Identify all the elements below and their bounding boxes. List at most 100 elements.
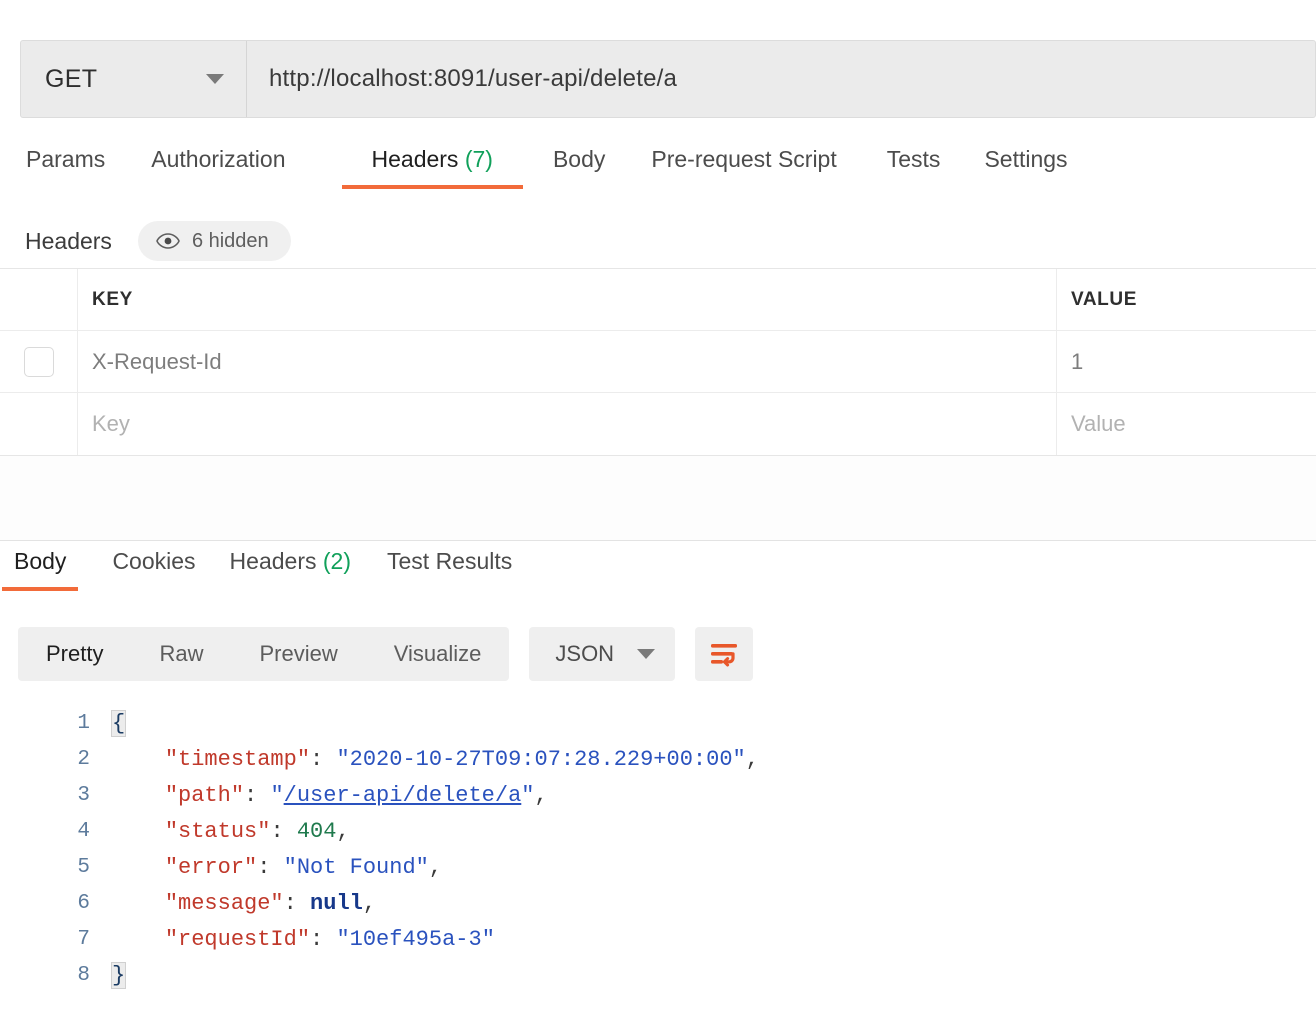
json-value-message: null: [310, 890, 363, 916]
line-number: 6: [77, 891, 90, 915]
table-row[interactable]: X-Request-Id 1: [0, 331, 1316, 393]
code-content: }: [110, 961, 1316, 989]
line-number: 4: [77, 819, 90, 843]
code-content: {: [110, 709, 1316, 737]
wrap-text-button[interactable]: [695, 627, 754, 681]
tab-headers-label: Headers: [371, 146, 459, 172]
tab-pre-request-script-label: Pre-request Script: [651, 146, 837, 172]
format-pretty-button[interactable]: Pretty: [18, 627, 131, 681]
pane-divider: [0, 540, 1316, 541]
code-content: "timestamp": "2020-10-27T09:07:28.229+00…: [164, 746, 759, 772]
row-key-cell[interactable]: Key: [78, 393, 1057, 455]
response-language-select[interactable]: JSON: [529, 627, 676, 681]
line-number: 1: [77, 711, 90, 735]
response-tab-body-label: Body: [14, 548, 67, 574]
code-line: 8 }: [0, 957, 1316, 993]
response-tab-body[interactable]: Body: [2, 548, 79, 591]
eye-icon: [156, 233, 180, 249]
json-key-path: "path": [164, 782, 245, 808]
table-header-row: KEY VALUE: [0, 269, 1316, 331]
code-content: "requestId": "10ef495a-3": [164, 926, 495, 952]
response-tab-headers-label: Headers: [229, 548, 317, 574]
json-value-status: 404: [296, 818, 337, 844]
row-value-cell[interactable]: 1: [1057, 331, 1316, 392]
tab-headers-count: (7): [464, 146, 493, 172]
format-button-group: Pretty Raw Preview Visualize: [18, 627, 510, 681]
row-value-input[interactable]: 1: [1071, 349, 1083, 375]
response-tab-test-results[interactable]: Test Results: [387, 548, 512, 591]
http-method-select[interactable]: GET: [21, 41, 247, 117]
chevron-down-icon: [206, 74, 224, 84]
json-key-requestid: "requestId": [164, 926, 311, 952]
line-number: 3: [77, 783, 90, 807]
tab-authorization-label: Authorization: [151, 146, 286, 172]
response-tab-headers[interactable]: Headers (2): [230, 548, 351, 591]
row-key-cell[interactable]: X-Request-Id: [78, 331, 1057, 392]
hidden-headers-count: 6 hidden: [191, 229, 269, 252]
json-value-requestid: "10ef495a-3": [336, 926, 495, 952]
tab-authorization[interactable]: Authorization: [151, 146, 285, 189]
line-number: 7: [77, 927, 90, 951]
json-close-brace: }: [110, 961, 127, 989]
chevron-down-icon: [637, 649, 656, 659]
tab-tests-label: Tests: [886, 146, 941, 172]
code-content: "path": "/user-api/delete/a",: [164, 782, 548, 808]
code-line: 6 "message": null,: [0, 885, 1316, 921]
code-content: "error": "Not Found",: [164, 854, 443, 880]
response-body-json-viewer[interactable]: 1 { 2 "timestamp": "2020-10-27T09:07:28.…: [0, 705, 1316, 1005]
column-header-key: KEY: [78, 269, 1057, 330]
row-value-cell[interactable]: Value: [1057, 393, 1316, 455]
request-response-gap: [0, 456, 1316, 540]
tab-headers[interactable]: Headers (7): [341, 146, 523, 189]
code-line: 4 "status": 404,: [0, 813, 1316, 849]
tab-pre-request-script[interactable]: Pre-request Script: [651, 146, 836, 189]
json-value-path[interactable]: "/user-api/delete/a": [270, 783, 534, 808]
request-url-input[interactable]: http://localhost:8091/user-api/delete/a: [247, 41, 1315, 117]
http-method-label: GET: [45, 64, 98, 93]
response-tab-cookies[interactable]: Cookies: [112, 548, 195, 591]
code-line: 2 "timestamp": "2020-10-27T09:07:28.229+…: [0, 741, 1316, 777]
response-tab-bar: Body Cookies Headers (2) Test Results: [0, 548, 1316, 604]
tab-settings[interactable]: Settings: [984, 146, 1067, 189]
code-line: 1 {: [0, 705, 1316, 741]
row-key-input[interactable]: X-Request-Id: [92, 349, 222, 375]
column-header-value: VALUE: [1057, 269, 1316, 330]
tab-params[interactable]: Params: [26, 146, 105, 189]
request-tab-bar: Params Authorization Headers (7) Body Pr…: [0, 146, 1316, 204]
tab-tests[interactable]: Tests: [887, 146, 941, 189]
row-checkbox[interactable]: [23, 346, 54, 377]
table-row[interactable]: Key Value: [0, 393, 1316, 455]
request-url-bar: GET http://localhost:8091/user-api/delet…: [20, 40, 1316, 118]
json-key-message: "message": [164, 890, 284, 916]
tab-body[interactable]: Body: [553, 146, 605, 189]
format-raw-button[interactable]: Raw: [131, 627, 231, 681]
code-line: 7 "requestId": "10ef495a-3": [0, 921, 1316, 957]
row-value-input-placeholder[interactable]: Value: [1071, 411, 1126, 437]
column-header-key-label: KEY: [92, 288, 133, 310]
json-value-error: "Not Found": [283, 854, 429, 880]
row-key-input-placeholder[interactable]: Key: [92, 411, 130, 437]
response-format-toolbar: Pretty Raw Preview Visualize JSON: [18, 627, 754, 681]
tab-active-underline: [341, 185, 523, 189]
hidden-headers-toggle[interactable]: 6 hidden: [137, 221, 291, 261]
line-number: 5: [77, 855, 90, 879]
headers-subbar: Headers 6 hidden: [0, 216, 1316, 266]
tab-body-label: Body: [552, 146, 606, 172]
json-key-error: "error": [164, 854, 258, 880]
json-key-status: "status": [164, 818, 271, 844]
response-tab-test-results-label: Test Results: [387, 548, 513, 574]
format-preview-button[interactable]: Preview: [231, 627, 365, 681]
line-number: 2: [77, 747, 90, 771]
headers-section-title: Headers: [25, 227, 112, 254]
response-tab-headers-count: (2): [322, 548, 351, 574]
header-checkbox-column: [0, 269, 78, 330]
code-line: 3 "path": "/user-api/delete/a",: [0, 777, 1316, 813]
row-checkbox-cell: [0, 393, 78, 455]
line-number: 8: [77, 963, 90, 987]
json-key-timestamp: "timestamp": [164, 746, 311, 772]
format-visualize-button[interactable]: Visualize: [366, 627, 510, 681]
tab-active-underline: [2, 587, 79, 591]
code-line: 5 "error": "Not Found",: [0, 849, 1316, 885]
response-language-label: JSON: [555, 641, 615, 666]
json-value-timestamp: "2020-10-27T09:07:28.229+00:00": [336, 746, 746, 772]
